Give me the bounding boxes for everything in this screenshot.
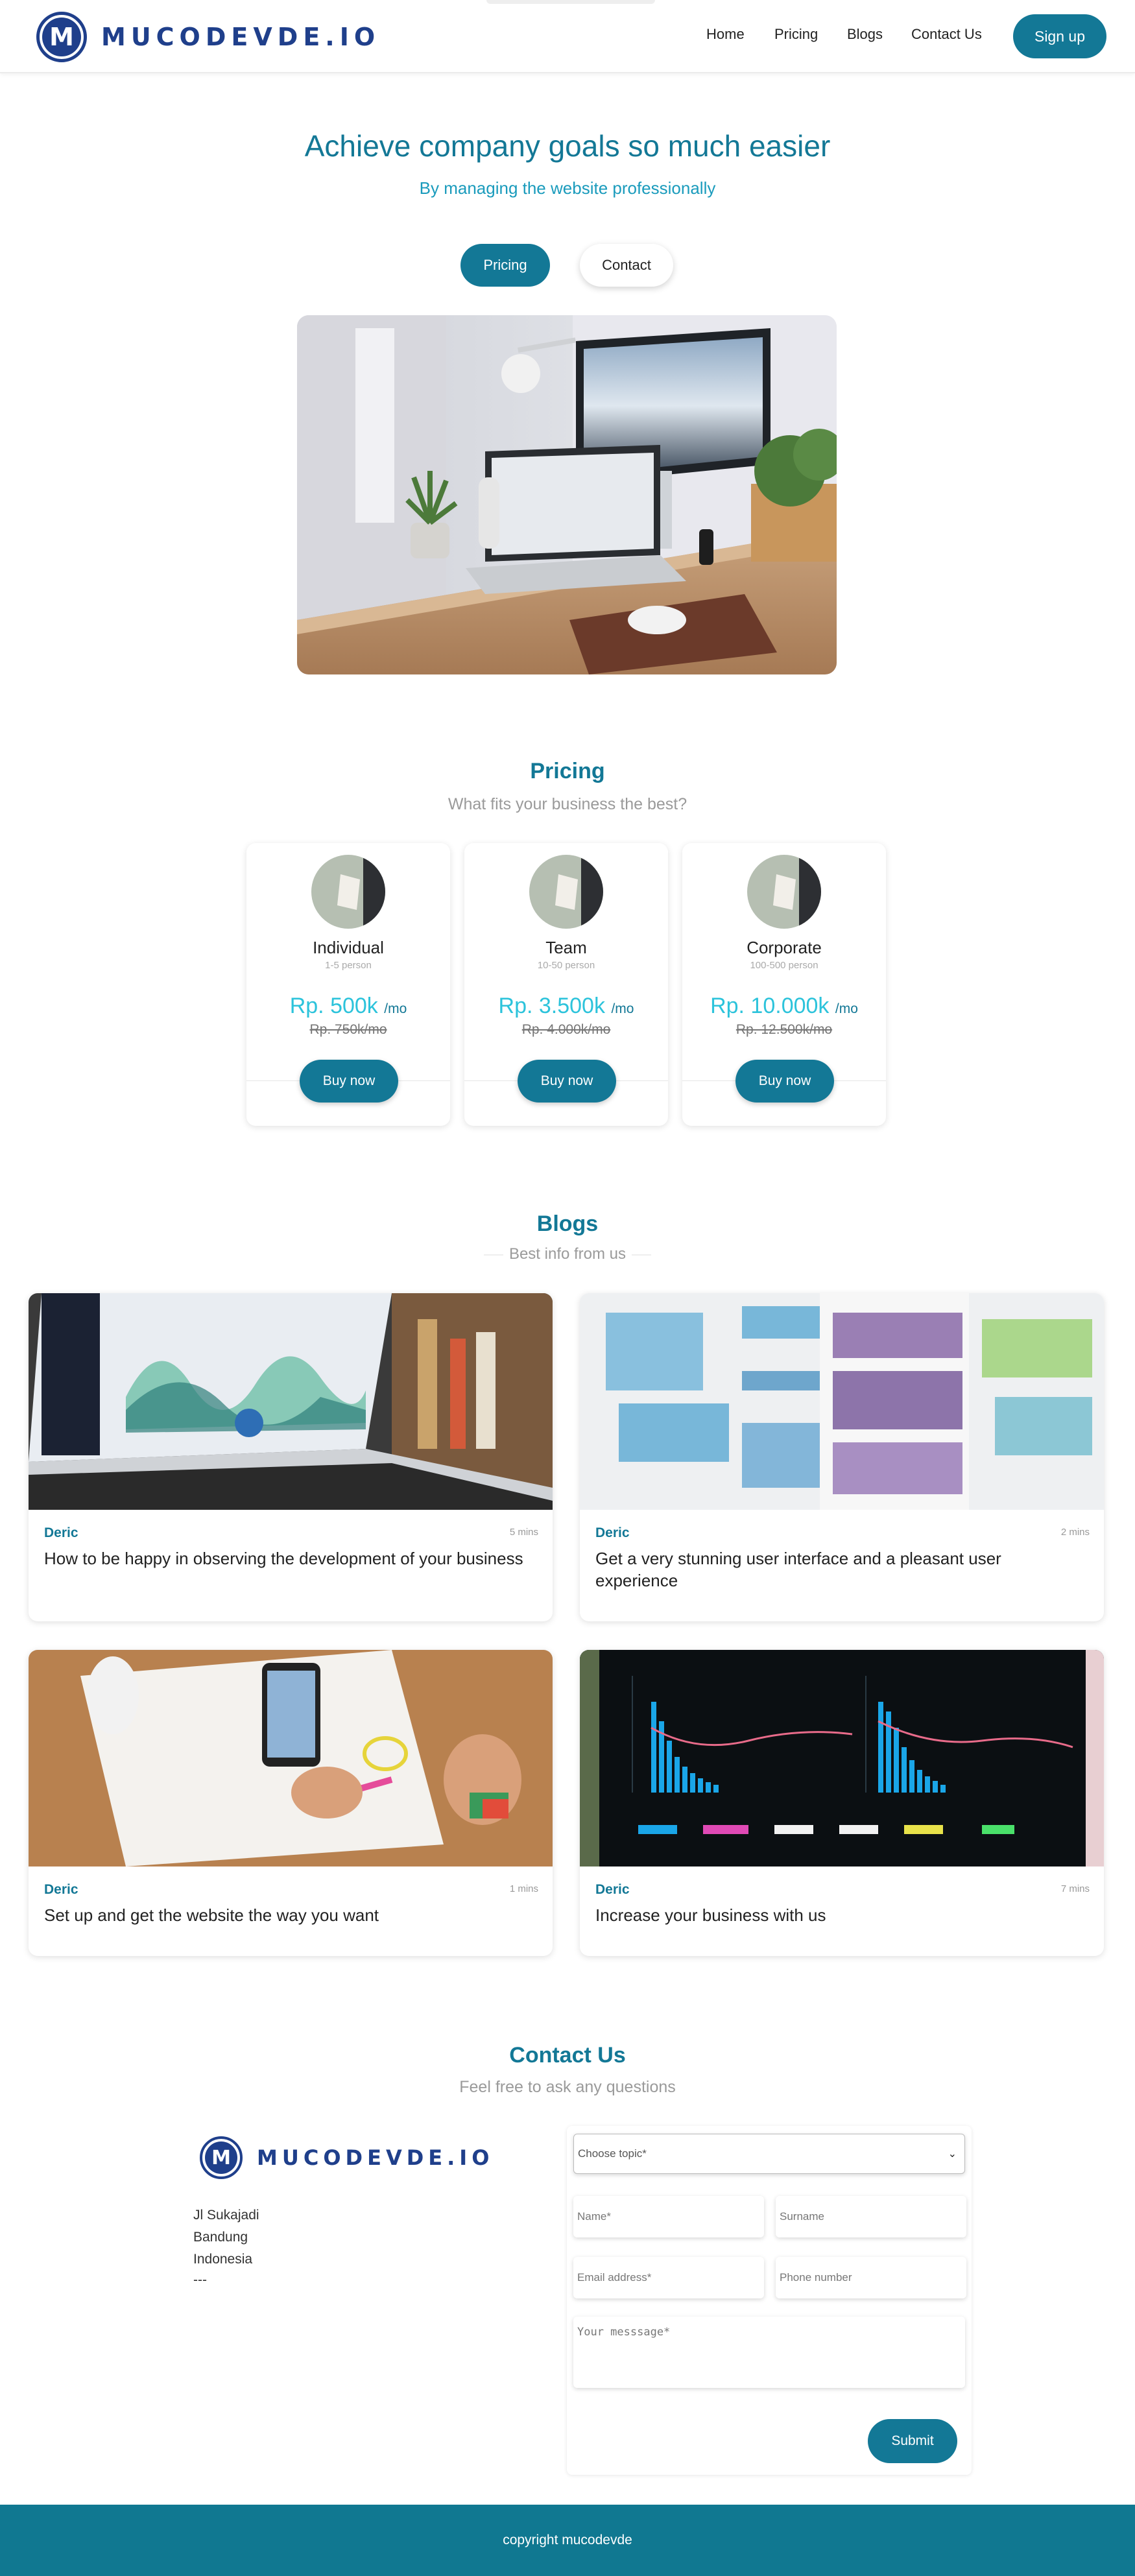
- plan-old-price: Rp. 12.500k/mo: [735, 1022, 833, 1037]
- pricing-card-corporate: Corporate 100-500 person Rp. 10.000k /mo…: [682, 843, 886, 1126]
- hero-image: [297, 315, 837, 674]
- footer: copyright mucodevde: [0, 2505, 1135, 2576]
- buy-now-button[interactable]: Buy now: [735, 1060, 834, 1103]
- plan-price: Rp. 500k /mo: [246, 994, 450, 1019]
- plan-price-period: /mo: [611, 1001, 634, 1016]
- top-navbar: M MUCODEVDE.IO Home Pricing Blogs Contac…: [0, 0, 1135, 73]
- topic-select-value: Choose topic*: [578, 2147, 647, 2160]
- hero-pricing-button[interactable]: Pricing: [460, 244, 550, 287]
- plan-avatar-icon: [529, 855, 603, 929]
- nav-link-contact[interactable]: Contact Us: [911, 26, 982, 43]
- desk-workspace-photo-icon: [297, 315, 837, 674]
- address-line: Jl Sukajadi: [193, 2208, 259, 2223]
- blog-image: [29, 1650, 553, 1866]
- blog-read-time: 7 mins: [1060, 1883, 1090, 1894]
- plan-price-value: Rp. 3.500k: [498, 994, 605, 1018]
- topic-select[interactable]: Choose topic* ⌄: [573, 2134, 965, 2174]
- blog-author: Deric: [595, 1525, 630, 1540]
- surname-field[interactable]: Surname: [776, 2196, 966, 2237]
- pricing-subtitle: What fits your business the best?: [448, 795, 687, 813]
- contact-subtitle: Feel free to ask any questions: [459, 2078, 676, 2096]
- blog-title[interactable]: Set up and get the website the way you w…: [44, 1904, 524, 1926]
- blog-image: [580, 1650, 1104, 1866]
- plan-old-price: Rp. 750k/mo: [309, 1022, 387, 1037]
- hero-contact-button[interactable]: Contact: [580, 244, 673, 287]
- address-line: ---: [193, 2272, 207, 2287]
- contact-title: Contact Us: [509, 2043, 626, 2068]
- plan-price-value: Rp. 10.000k: [710, 994, 830, 1018]
- blogs-subtitle: Best info from us: [508, 1245, 627, 1263]
- nav-link-blogs[interactable]: Blogs: [847, 26, 883, 43]
- footer-copyright: copyright mucodevde: [503, 2533, 632, 2547]
- desk-planning-photo-icon: [29, 1650, 553, 1866]
- blog-image: [29, 1293, 553, 1510]
- plan-avatar-icon: [311, 855, 385, 929]
- plan-size: 10-50 person: [537, 960, 595, 971]
- hero-subtitle: By managing the website professionally: [419, 178, 716, 198]
- plan-size: 1-5 person: [325, 960, 372, 971]
- submit-button[interactable]: Submit: [868, 2419, 957, 2463]
- pricing-title: Pricing: [530, 759, 605, 783]
- hero-title: Achieve company goals so much easier: [304, 129, 831, 163]
- blog-card[interactable]: Deric 2 mins Get a very stunning user in…: [580, 1293, 1104, 1621]
- email-field[interactable]: Email address*: [573, 2257, 764, 2298]
- logo-letter: M: [205, 2141, 237, 2174]
- plan-name: Team: [545, 938, 587, 957]
- plan-name: Corporate: [747, 938, 822, 957]
- blog-title[interactable]: How to be happy in observing the develop…: [44, 1547, 524, 1569]
- logo-mark-icon: M: [200, 2136, 243, 2179]
- plan-name: Individual: [313, 938, 384, 957]
- blog-title[interactable]: Get a very stunning user interface and a…: [595, 1547, 1075, 1592]
- nav-link-home[interactable]: Home: [706, 26, 745, 43]
- message-field[interactable]: Your messsage*: [573, 2317, 965, 2388]
- blog-read-time: 5 mins: [509, 1527, 538, 1538]
- blog-author: Deric: [595, 1882, 630, 1897]
- blog-card[interactable]: Deric 5 mins How to be happy in observin…: [29, 1293, 553, 1621]
- plan-old-price: Rp. 4.000k/mo: [521, 1022, 611, 1037]
- blogs-title: Blogs: [536, 1211, 599, 1236]
- logo-letter: M: [42, 18, 81, 56]
- blog-card[interactable]: Deric 1 mins Set up and get the website …: [29, 1650, 553, 1956]
- logo-mark-icon: M: [36, 12, 87, 62]
- laptop-dashboard-photo-icon: [29, 1293, 553, 1510]
- blog-image: [580, 1293, 1104, 1510]
- chevron-down-icon: ⌄: [948, 2149, 957, 2160]
- blog-read-time: 2 mins: [1060, 1527, 1090, 1538]
- logo-text: MUCODEVDE.IO: [257, 2145, 494, 2170]
- plan-price-period: /mo: [835, 1001, 858, 1016]
- name-field[interactable]: Name*: [573, 2196, 764, 2237]
- pricing-card-individual: Individual 1-5 person Rp. 500k /mo Rp. 7…: [246, 843, 450, 1126]
- blog-author: Deric: [44, 1525, 78, 1540]
- plan-avatar-icon: [747, 855, 821, 929]
- signup-button[interactable]: Sign up: [1013, 14, 1106, 58]
- blog-title[interactable]: Increase your business with us: [595, 1904, 1075, 1926]
- pricing-card-team: Team 10-50 person Rp. 3.500k /mo Rp. 4.0…: [464, 843, 668, 1126]
- plan-price: Rp. 3.500k /mo: [464, 994, 668, 1019]
- phone-field[interactable]: Phone number: [776, 2257, 966, 2298]
- address-line: Bandung: [193, 2230, 248, 2245]
- analytics-screen-photo-icon: [580, 1650, 1104, 1866]
- blog-author: Deric: [44, 1882, 78, 1897]
- plan-price: Rp. 10.000k /mo: [682, 994, 886, 1019]
- logo-text: MUCODEVDE.IO: [101, 23, 381, 51]
- nav-link-pricing[interactable]: Pricing: [774, 26, 818, 43]
- plan-price-period: /mo: [384, 1001, 407, 1016]
- buy-now-button[interactable]: Buy now: [518, 1060, 616, 1103]
- blog-card[interactable]: Deric 7 mins Increase your business with…: [580, 1650, 1104, 1956]
- address-line: Indonesia: [193, 2252, 253, 2267]
- plan-size: 100-500 person: [750, 960, 818, 971]
- blog-read-time: 1 mins: [509, 1883, 538, 1894]
- contact-form: Choose topic* ⌄ Name* Surname Email addr…: [567, 2126, 972, 2475]
- wireframe-sketch-photo-icon: [580, 1293, 1104, 1510]
- plan-price-value: Rp. 500k: [289, 994, 378, 1018]
- contact-brand-logo: M MUCODEVDE.IO: [200, 2136, 494, 2179]
- buy-now-button[interactable]: Buy now: [300, 1060, 398, 1103]
- nav-notch: [486, 0, 655, 4]
- brand-logo[interactable]: M MUCODEVDE.IO: [36, 12, 380, 62]
